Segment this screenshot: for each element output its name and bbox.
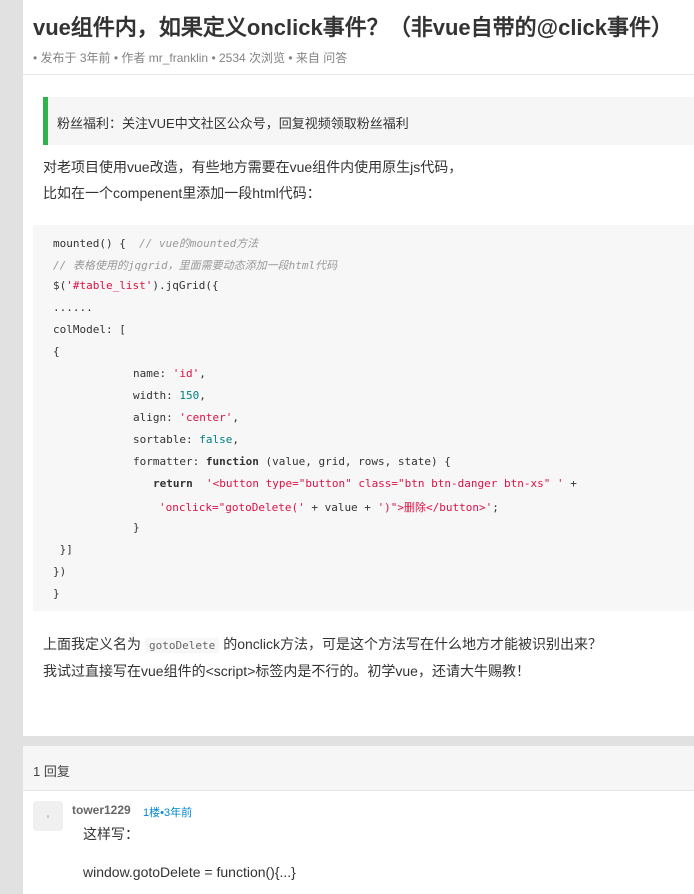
- question-line-2: 我试过直接写在vue组件的<script>标签内是不行的。初学vue，还请大牛赐…: [43, 663, 530, 679]
- intro-line-1: 对老项目使用vue改造，有些地方需要在vue组件内使用原生js代码，: [43, 159, 463, 175]
- title-divider: [23, 74, 694, 75]
- avatar[interactable]: [33, 801, 63, 831]
- replies-header: 1 回复: [23, 746, 694, 791]
- code-line: 'onclick="gotoDelete(' + value + ')">删除<…: [159, 501, 499, 514]
- inline-code: gotoDelete: [145, 638, 220, 653]
- code-line: mounted() { // vue的mounted方法: [53, 237, 259, 250]
- topic-title: vue组件内，如果定义onclick事件？（非vue自带的@click事件）: [33, 15, 674, 40]
- reply-floor-link[interactable]: 1楼•3年前: [143, 804, 192, 820]
- reply-author[interactable]: tower1229: [72, 803, 131, 817]
- code-line: }: [133, 521, 140, 534]
- code-line: }: [53, 587, 60, 600]
- code-line: align: 'center',: [133, 411, 239, 424]
- code-line: }]: [53, 543, 73, 556]
- code-block: mounted() { // vue的mounted方法 // 表格使用的jqg…: [33, 225, 694, 611]
- meta-author[interactable]: • 作者 mr_franklin: [114, 51, 208, 65]
- code-line: formatter: function (value, grid, rows, …: [133, 455, 451, 468]
- code-line: ......: [53, 301, 93, 314]
- reply-count: 1 回复: [33, 764, 70, 779]
- code-line: {: [53, 345, 60, 358]
- meta-from[interactable]: • 来自 问答: [288, 51, 347, 65]
- avatar-image-icon: [47, 815, 49, 818]
- meta-views: • 2534 次浏览: [211, 51, 286, 65]
- code-line: width: 150,: [133, 389, 206, 402]
- code-line: $('#table_list').jqGrid({: [53, 279, 219, 292]
- meta-posted: • 发布于 3年前: [33, 51, 111, 65]
- code-line: colModel: [: [53, 323, 126, 336]
- code-line: name: 'id',: [133, 367, 206, 380]
- code-line: // 表格使用的jqgrid，里面需要动态添加一段html代码: [53, 259, 338, 272]
- notice-text: 粉丝福利：关注VUE中文社区公众号，回复视频领取粉丝福利: [57, 116, 409, 131]
- topic-meta: • 发布于 3年前 • 作者 mr_franklin • 2534 次浏览 • …: [33, 49, 347, 66]
- code-line: sortable: false,: [133, 433, 239, 446]
- notice-banner: 粉丝福利：关注VUE中文社区公众号，回复视频领取粉丝福利: [43, 97, 694, 145]
- question-line-1: 上面我定义名为 gotoDelete 的onclick方法，可是这个方法写在什么地方…: [43, 636, 603, 653]
- code-line: return '<button type="button" class="btn…: [153, 477, 577, 490]
- topic-panel: vue组件内，如果定义onclick事件？（非vue自带的@click事件） •…: [23, 0, 694, 736]
- replies-panel: 1 回复 tower1229 1楼•3年前 这样写： window.gotoDe…: [23, 746, 694, 894]
- code-line: }): [53, 565, 67, 578]
- intro-line-2: 比如在一个compenent里添加一段html代码：: [43, 185, 321, 201]
- reply-line-1: 这样写：: [83, 826, 139, 842]
- reply-line-2: window.gotoDelete = function(){...}: [83, 864, 296, 880]
